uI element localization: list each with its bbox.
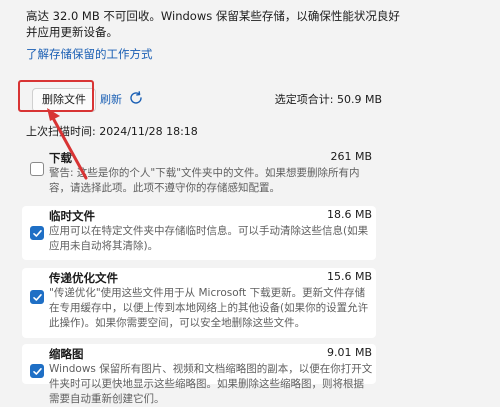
list-item-temp-files[interactable]: 临时文件 18.6 MB 应用可以在特定文件夹中存储临时信息。可以手动清除这些信… (22, 206, 376, 260)
list-item-delivery-optimization[interactable]: 传递优化文件 15.6 MB "传递优化"使用这些文件用于从 Microsoft… (22, 268, 376, 338)
item-title: 缩略图 (49, 347, 84, 361)
delete-button-highlight (18, 80, 94, 112)
check-icon (33, 294, 42, 301)
intro-line-2: 并应用更新设备。 (26, 25, 118, 39)
item-description: 应用可以在特定文件夹中存储临时信息。可以手动清除这些信息(如果应用未自动将其清除… (49, 225, 369, 252)
item-size: 9.01 MB (326, 346, 372, 359)
item-description: "传递优化"使用这些文件用于从 Microsoft 下载更新。更新文件存储在专用… (49, 287, 369, 329)
checkbox-downloads[interactable] (30, 162, 44, 176)
checkbox-temp-files[interactable] (30, 226, 44, 240)
intro-line-1: 高达 32.0 MB 不可回收。Windows 保留某些存储，以确保性能状况良好 (26, 9, 400, 23)
selected-total: 选定项合计: 50.9 MB (274, 93, 382, 106)
checkbox-delivery-optimization[interactable] (30, 290, 44, 304)
learn-storage-link[interactable]: 了解存储保留的工作方式 (26, 46, 153, 62)
check-icon (33, 230, 42, 237)
list-item-downloads[interactable]: 下载 261 MB 警告: 这些是你的个人"下载"文件夹中的文件。如果想要删除所… (22, 148, 376, 196)
check-icon (33, 368, 42, 375)
item-description: Windows 保留所有图片、视频和文档缩略图的副本，以便在你打开文件夹时可以更… (49, 363, 373, 405)
list-item-thumbnails[interactable]: 缩略图 9.01 MB Windows 保留所有图片、视频和文档缩略图的副本，以… (22, 344, 376, 405)
storage-intro: 高达 32.0 MB 不可回收。Windows 保留某些存储，以确保性能状况良好… (26, 8, 486, 40)
item-title: 下载 (49, 151, 72, 165)
refresh-icon[interactable] (127, 89, 145, 107)
checkbox-thumbnails[interactable] (30, 364, 44, 378)
last-scan-time: 上次扫描时间: 2024/11/28 18:18 (26, 125, 198, 138)
item-description: 警告: 这些是你的个人"下载"文件夹中的文件。如果想要删除所有内容，请选择此项。… (49, 167, 360, 194)
item-size: 15.6 MB (326, 270, 372, 283)
item-size: 261 MB (330, 150, 372, 163)
refresh-link[interactable]: 刷新 (100, 91, 122, 107)
item-title: 传递优化文件 (49, 271, 118, 285)
item-size: 18.6 MB (326, 208, 372, 221)
item-title: 临时文件 (49, 209, 95, 223)
